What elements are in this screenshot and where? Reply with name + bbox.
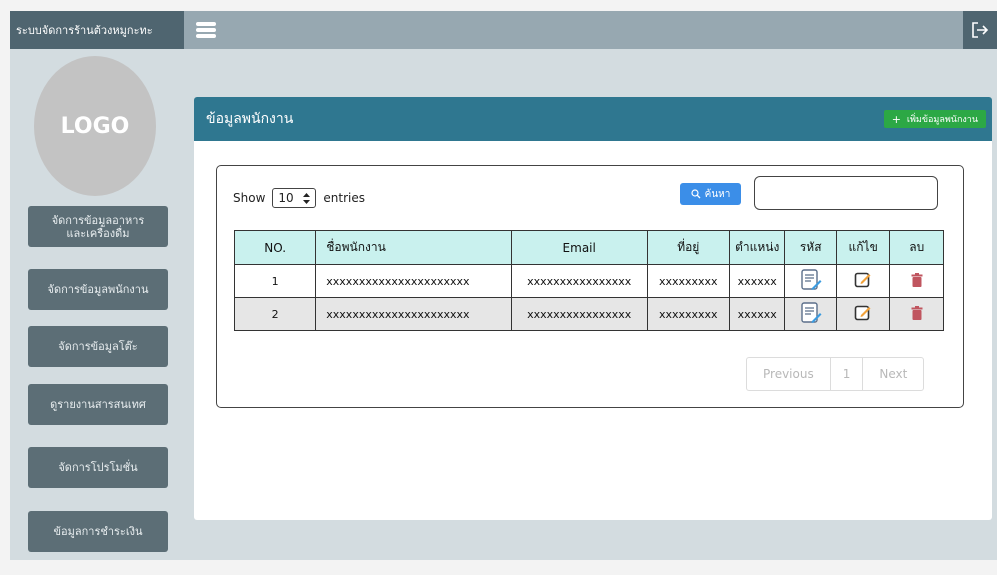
search-button-label: ค้นหา <box>704 188 731 200</box>
cell-no: 1 <box>233 264 317 298</box>
col-delete: ลบ <box>889 230 944 265</box>
col-email: Email <box>510 230 648 265</box>
add-employee-button[interactable]: + เพิ่มข้อมูลพนักงาน <box>883 110 986 128</box>
cell-email: xxxxxxxxxxxxxxxx <box>510 297 648 331</box>
employee-table: NO. ชื่อพนักงาน Email ที่อยู่ ตำแหน่ง รห… <box>233 230 944 331</box>
cell-address: xxxxxxxxx <box>646 297 730 331</box>
cell-name: xxxxxxxxxxxxxxxxxxxxxx <box>315 264 512 298</box>
cell-position: xxxxxx <box>728 297 786 331</box>
col-name: ชื่อพนักงาน <box>315 230 512 265</box>
view-code-icon[interactable] <box>800 268 822 295</box>
sidebar-item-reports[interactable]: ดูรายงานสารสนเทศ <box>28 384 168 425</box>
col-edit: แก้ไข <box>835 230 891 265</box>
sidebar-item-food-drinks[interactable]: จัดการข้อมูลอาหาร และเครื่องดื่ม <box>28 206 168 247</box>
app-title: ระบบจัดการร้านต้วงหมูกะทะ <box>10 11 184 49</box>
logout-icon <box>972 22 989 38</box>
col-no: NO. <box>233 230 317 265</box>
employee-panel: ข้อมูลพนักงาน + เพิ่มข้อมูลพนักงาน Show … <box>194 97 992 520</box>
trash-icon[interactable] <box>911 272 923 290</box>
table-row: 1 xxxxxxxxxxxxxxxxxxxxxx xxxxxxxxxxxxxxx… <box>233 264 944 298</box>
cell-email: xxxxxxxxxxxxxxxx <box>510 264 648 298</box>
entries-label: entries <box>323 191 365 205</box>
col-code: รหัส <box>784 230 837 265</box>
table-header-row: NO. ชื่อพนักงาน Email ที่อยู่ ตำแหน่ง รห… <box>233 230 944 265</box>
cell-name: xxxxxxxxxxxxxxxxxxxxxx <box>315 297 512 331</box>
col-address: ที่อยู่ <box>646 230 730 265</box>
next-button[interactable]: Next <box>863 358 923 390</box>
logout-button[interactable] <box>963 11 997 49</box>
cell-address: xxxxxxxxx <box>646 264 730 298</box>
sidebar-item-promotions[interactable]: จัดการโปรโมชั่น <box>28 447 168 488</box>
entries-value: 10 <box>278 191 294 205</box>
show-entries: Show 10 entries <box>233 188 365 208</box>
show-label: Show <box>233 191 266 205</box>
plus-icon: + <box>891 112 901 126</box>
view-code-icon[interactable] <box>800 301 822 328</box>
page-title: ข้อมูลพนักงาน <box>206 111 294 127</box>
trash-icon[interactable] <box>911 305 923 323</box>
entries-select[interactable]: 10 <box>272 188 317 208</box>
search-input[interactable] <box>754 176 938 210</box>
table-row: 2 xxxxxxxxxxxxxxxxxxxxxx xxxxxxxxxxxxxxx… <box>233 297 944 331</box>
panel-header: ข้อมูลพนักงาน + เพิ่มข้อมูลพนักงาน <box>194 97 992 141</box>
logo: LOGO <box>34 56 156 196</box>
search-button[interactable]: ค้นหา <box>680 183 741 205</box>
page-number-1[interactable]: 1 <box>829 358 864 390</box>
sidebar-item-tables[interactable]: จัดการข้อมูลโต๊ะ <box>28 326 168 367</box>
up-down-arrows-icon <box>303 192 311 204</box>
sidebar-item-payments[interactable]: ข้อมูลการชำระเงิน <box>28 511 168 552</box>
edit-icon[interactable] <box>854 304 872 325</box>
hamburger-menu-icon[interactable] <box>196 22 216 38</box>
cell-position: xxxxxx <box>728 264 786 298</box>
employee-table-card: Show 10 entries ค้นหา NO. ชื่อพนักงาน Em… <box>216 165 964 408</box>
sidebar: LOGO จัดการข้อมูลอาหาร และเครื่องดื่ม จั… <box>10 49 184 560</box>
top-bar <box>184 11 997 49</box>
pagination: Previous 1 Next <box>746 357 925 391</box>
previous-button[interactable]: Previous <box>747 358 830 390</box>
add-employee-label: เพิ่มข้อมูลพนักงาน <box>906 115 978 125</box>
main-content: ข้อมูลพนักงาน + เพิ่มข้อมูลพนักงาน Show … <box>184 49 997 560</box>
col-position: ตำแหน่ง <box>728 230 786 265</box>
edit-icon[interactable] <box>854 271 872 292</box>
sidebar-item-employees[interactable]: จัดการข้อมูลพนักงาน <box>28 269 168 310</box>
search-icon <box>691 189 701 199</box>
cell-no: 2 <box>233 297 317 331</box>
